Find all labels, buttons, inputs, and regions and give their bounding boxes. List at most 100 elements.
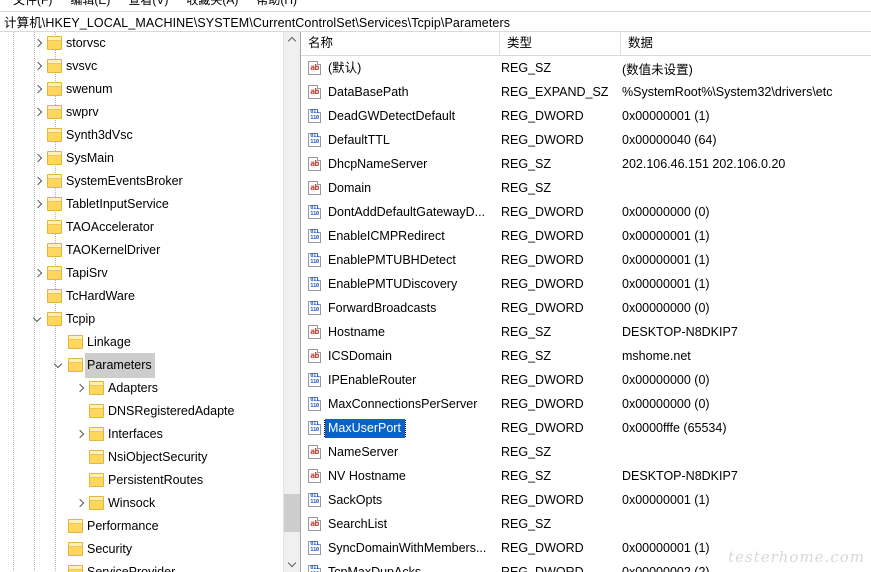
value-name-cell[interactable]: ab Domain — [301, 179, 500, 198]
value-name-cell[interactable]: ab NV Hostname — [301, 467, 500, 486]
column-header-data[interactable]: 数据 — [621, 32, 871, 55]
tree-item-serviceprovider[interactable]: ServiceProvider — [0, 561, 278, 572]
chevron-down-icon[interactable] — [51, 354, 67, 377]
registry-tree[interactable]: storvsc svsvc swenum swprv Synth3dVsc SysMain… — [0, 32, 278, 572]
tree-item-performance[interactable]: Performance — [0, 515, 278, 538]
value-name-cell[interactable]: 011 110 EnablePMTUDiscovery — [301, 275, 500, 294]
tree-item-adapters[interactable]: Adapters — [0, 377, 278, 400]
value-name-cell[interactable]: 011110 TcpMaxDupAcks — [301, 563, 500, 572]
registry-values-pane[interactable]: 名称 类型 数据 ab (默认) REG_SZ (数值未设置) ab DataBasePa… — [301, 32, 871, 572]
tree-item-dnsregisteredadapte[interactable]: DNSRegisteredAdapte — [0, 400, 278, 423]
tree-item-tabletinputservice[interactable]: TabletInputService — [0, 193, 278, 216]
value-name-cell[interactable]: 011 110 MaxConnectionsPerServer — [301, 395, 500, 414]
chevron-right-icon[interactable] — [72, 423, 88, 446]
table-row[interactable]: 011 110 DontAddDefaultGatewayD... REG_DWORD… — [301, 200, 871, 224]
table-row[interactable]: 011 110 SyncDomainWithMembers... REG_DWORD 0… — [301, 536, 871, 560]
table-row[interactable]: ab DataBasePath REG_EXPAND_SZ %SystemRoot%\… — [301, 80, 871, 104]
value-name-cell[interactable]: 011 110 ForwardBroadcasts — [301, 299, 500, 318]
table-row[interactable]: 011 110 ForwardBroadcasts REG_DWORD 0x000000… — [301, 296, 871, 320]
tree-item-taoaccelerator[interactable]: TAOAccelerator — [0, 216, 278, 239]
value-name-cell[interactable]: ab SearchList — [301, 515, 500, 534]
table-row[interactable]: 011 110 DefaultTTL REG_DWORD 0x00000040 (64) — [301, 128, 871, 152]
scroll-down-arrow-icon[interactable] — [284, 555, 300, 572]
table-row[interactable]: 011 110 IPEnableRouter REG_DWORD 0x00000000 … — [301, 368, 871, 392]
menu-item-0[interactable]: 文件(F) — [4, 0, 61, 8]
table-row[interactable]: 011 110 EnablePMTUBHDetect REG_DWORD 0x00000… — [301, 248, 871, 272]
table-row[interactable]: ab Hostname REG_SZ DESKTOP-N8DKIP7 — [301, 320, 871, 344]
chevron-right-icon[interactable] — [30, 170, 46, 193]
value-name-cell[interactable]: ab DataBasePath — [301, 83, 500, 102]
chevron-right-icon[interactable] — [72, 377, 88, 400]
menu-item-1[interactable]: 编辑(E) — [61, 0, 119, 8]
chevron-right-icon[interactable] — [30, 101, 46, 124]
tree-item-security[interactable]: Security — [0, 538, 278, 561]
table-row[interactable]: ab DhcpNameServer REG_SZ 202.106.46.151 202… — [301, 152, 871, 176]
table-row[interactable]: ab ICSDomain REG_SZ mshome.net — [301, 344, 871, 368]
tree-vertical-scrollbar[interactable] — [283, 32, 300, 572]
chevron-right-icon[interactable] — [30, 147, 46, 170]
chevron-right-icon[interactable] — [30, 55, 46, 78]
scrollbar-thumb[interactable] — [284, 494, 300, 532]
values-list[interactable]: ab (默认) REG_SZ (数值未设置) ab DataBasePath REG_EXP… — [301, 56, 871, 572]
scroll-up-arrow-icon[interactable] — [284, 32, 300, 49]
menu-item-3[interactable]: 收藏夹(A) — [177, 0, 247, 8]
tree-item-storvsc[interactable]: storvsc — [0, 32, 278, 55]
chevron-right-icon[interactable] — [72, 492, 88, 515]
value-name-cell[interactable]: ab DhcpNameServer — [301, 155, 500, 174]
tree-item-parameters[interactable]: Parameters — [0, 353, 278, 378]
table-row[interactable]: 011 110 MaxUserPort REG_DWORD 0x0000fffe (65… — [301, 416, 871, 440]
tree-item-winsock[interactable]: Winsock — [0, 492, 278, 515]
chevron-right-icon[interactable] — [30, 32, 46, 55]
chevron-right-icon[interactable] — [30, 193, 46, 216]
value-name-cell[interactable]: ab NameServer — [301, 443, 500, 462]
table-row[interactable]: ab NV Hostname REG_SZ DESKTOP-N8DKIP7 — [301, 464, 871, 488]
tree-item-persistentroutes[interactable]: PersistentRoutes — [0, 469, 278, 492]
value-name-cell[interactable]: 011 110 DeadGWDetectDefault — [301, 107, 500, 126]
chevron-right-icon[interactable] — [30, 78, 46, 101]
tree-item-interfaces[interactable]: Interfaces — [0, 423, 278, 446]
menu-bar[interactable]: 文件(F) 编辑(E) 查看(V) 收藏夹(A) 帮助(H) — [0, 0, 871, 8]
tree-item-systemeventsbroker[interactable]: SystemEventsBroker — [0, 170, 278, 193]
table-row[interactable]: 011110 TcpMaxDupAcks REG_DWORD 0x00000002 (… — [301, 560, 871, 572]
table-row[interactable]: 011 110 EnablePMTUDiscovery REG_DWORD 0x0000… — [301, 272, 871, 296]
value-name-cell[interactable]: 011 110 SyncDomainWithMembers... — [301, 539, 500, 558]
value-name-cell[interactable]: 011 110 SackOpts — [301, 491, 500, 510]
tree-item-tchardware[interactable]: TcHardWare — [0, 285, 278, 308]
value-name-cell[interactable]: 011 110 DontAddDefaultGatewayD... — [301, 203, 500, 222]
value-name-cell[interactable]: 011 110 DefaultTTL — [301, 131, 500, 150]
tree-item-swenum[interactable]: swenum — [0, 78, 278, 101]
table-row[interactable]: ab SearchList REG_SZ — [301, 512, 871, 536]
table-row[interactable]: 011 110 EnableICMPRedirect REG_DWORD 0x00000… — [301, 224, 871, 248]
table-row[interactable]: 011 110 SackOpts REG_DWORD 0x00000001 (1) — [301, 488, 871, 512]
value-name-cell[interactable]: ab Hostname — [301, 323, 500, 342]
tree-item-sysmain[interactable]: SysMain — [0, 147, 278, 170]
tree-item-taokerneldriver[interactable]: TAOKernelDriver — [0, 239, 278, 262]
table-row[interactable]: 011 110 DeadGWDetectDefault REG_DWORD 0x0000… — [301, 104, 871, 128]
value-name-cell[interactable]: ab (默认) — [301, 59, 500, 78]
value-name-cell[interactable]: 011 110 EnableICMPRedirect — [301, 227, 500, 246]
tree-item-svsvc[interactable]: svsvc — [0, 55, 278, 78]
tree-item-swprv[interactable]: swprv — [0, 101, 278, 124]
table-row[interactable]: ab Domain REG_SZ — [301, 176, 871, 200]
tree-item-tapisrv[interactable]: TapiSrv — [0, 262, 278, 285]
address-bar[interactable]: 计算机\HKEY_LOCAL_MACHINE\SYSTEM\CurrentCon… — [0, 11, 871, 32]
tree-item-linkage[interactable]: Linkage — [0, 331, 278, 354]
column-header-type[interactable]: 类型 — [500, 32, 621, 55]
values-column-header[interactable]: 名称 类型 数据 — [301, 32, 871, 56]
table-row[interactable]: ab NameServer REG_SZ — [301, 440, 871, 464]
value-name-cell[interactable]: ab ICSDomain — [301, 347, 500, 366]
menu-item-2[interactable]: 查看(V) — [119, 0, 177, 8]
table-row[interactable]: 011 110 MaxConnectionsPerServer REG_DWORD 0x… — [301, 392, 871, 416]
value-name-cell[interactable]: 011 110 EnablePMTUBHDetect — [301, 251, 500, 270]
tree-item-synth3dvsc[interactable]: Synth3dVsc — [0, 124, 278, 147]
registry-tree-pane[interactable]: storvsc svsvc swenum swprv Synth3dVsc SysMain… — [0, 32, 301, 572]
table-row[interactable]: ab (默认) REG_SZ (数值未设置) — [301, 56, 871, 80]
value-name-cell[interactable]: 011 110 MaxUserPort — [301, 418, 500, 438]
chevron-right-icon[interactable] — [30, 262, 46, 285]
column-header-name[interactable]: 名称 — [301, 32, 500, 55]
tree-item-nsiobjectsecurity[interactable]: NsiObjectSecurity — [0, 446, 278, 469]
menu-item-4[interactable]: 帮助(H) — [247, 0, 306, 8]
tree-item-tcpip[interactable]: Tcpip — [0, 308, 278, 331]
chevron-down-icon[interactable] — [30, 308, 46, 331]
value-name-cell[interactable]: 011 110 IPEnableRouter — [301, 371, 500, 390]
